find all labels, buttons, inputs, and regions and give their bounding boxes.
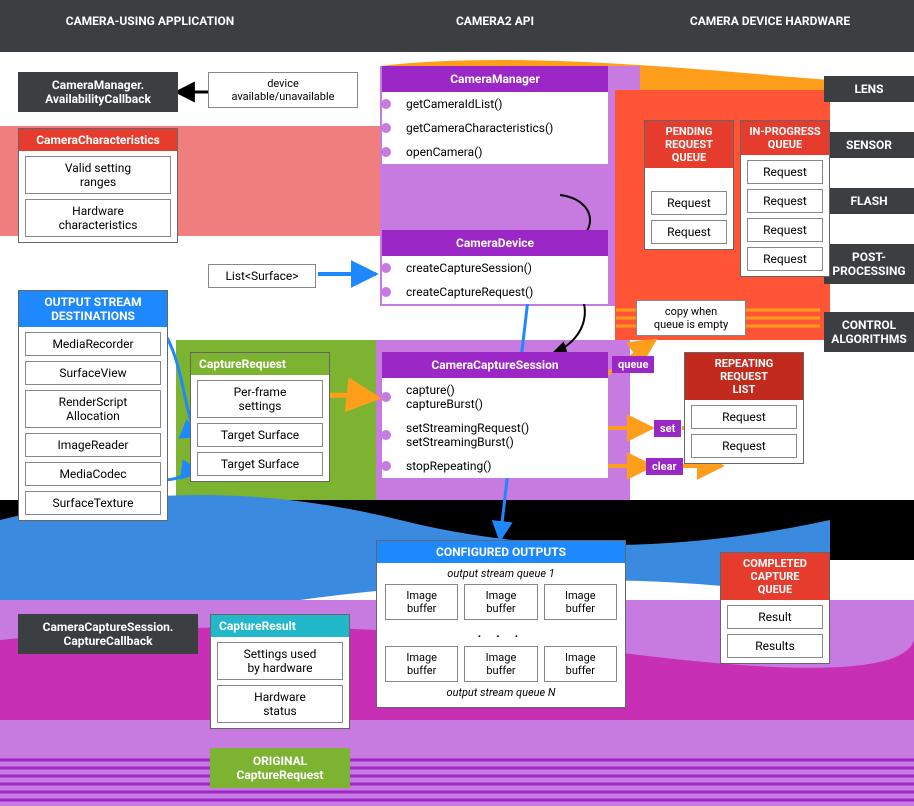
pending-item: Request	[651, 220, 727, 244]
api-method: stopRepeating()	[382, 454, 608, 478]
hw-ctrl: CONTROL ALGORITHMS	[824, 312, 914, 352]
pending-item: Request	[651, 191, 727, 215]
camera-manager-block: CameraManager getCameraIdList() getCamer…	[382, 66, 608, 164]
img-buf: Image buffer	[544, 584, 617, 620]
col-header-mid: CAMERA2 API	[380, 14, 610, 28]
capture-request-panel: CaptureRequest Per-frame settings Target…	[190, 352, 330, 482]
camera-device-title: CameraDevice	[382, 230, 608, 256]
capres-item: Hardware status	[217, 685, 343, 723]
hw-flash: FLASH	[824, 188, 914, 214]
camera-device-block: CameraDevice createCaptureSession() crea…	[382, 230, 608, 304]
completed-queue-panel: COMPLETED CAPTURE QUEUE Result Results	[720, 552, 830, 664]
tag-queue: queue	[612, 356, 654, 373]
output-stream-title: OUTPUT STREAM DESTINATIONS	[19, 291, 167, 327]
out-qn: output stream queue N	[377, 682, 625, 707]
api-method: openCamera()	[382, 140, 608, 164]
api-method: createCaptureRequest()	[382, 280, 608, 304]
api-method: getCameraIdList()	[382, 92, 608, 116]
api-method: createCaptureSession()	[382, 256, 608, 280]
col-header-right: CAMERA DEVICE HARDWARE	[650, 14, 890, 28]
list-surface-note: List<Surface>	[208, 264, 316, 288]
img-buf: Image buffer	[464, 584, 537, 620]
hw-sensor: SENSOR	[824, 132, 914, 158]
capres-item: Settings used by hardware	[217, 642, 343, 680]
repeating-list-title: REPEATING REQUEST LIST	[685, 353, 803, 400]
cam-char-item: Valid setting ranges	[25, 156, 171, 194]
capreq-item: Target Surface	[197, 423, 323, 447]
hw-lens: LENS	[824, 76, 914, 102]
repeat-item: Request	[691, 434, 797, 458]
repeating-list-panel: REPEATING REQUEST LIST Request Request	[684, 352, 804, 464]
copy-note: copy when queue is empty	[636, 300, 746, 336]
camera-manager-title: CameraManager	[382, 66, 608, 92]
camera-capture-session-block: CameraCaptureSession capture() captureBu…	[382, 352, 608, 478]
api-method: setStreamingRequest() setStreamingBurst(…	[382, 416, 608, 454]
out-item: ImageReader	[25, 433, 161, 457]
img-buf: Image buffer	[464, 646, 537, 682]
comp-item: Result	[727, 605, 823, 629]
inprog-item: Request	[747, 189, 823, 213]
tag-set: set	[654, 420, 681, 437]
api-method: getCameraCharacteristics()	[382, 116, 608, 140]
configured-outputs-title: CONFIGURED OUTPUTS	[377, 541, 625, 563]
original-capture-request: ORIGINAL CaptureRequest	[210, 748, 350, 788]
inprog-item: Request	[747, 218, 823, 242]
capture-request-title: CaptureRequest	[191, 353, 329, 375]
hw-post: POST- PROCESSING	[824, 244, 914, 284]
col-header-left: CAMERA-USING APPLICATION	[20, 14, 280, 28]
out-item: RenderScript Allocation	[25, 390, 161, 428]
device-available-note: device available/unavailable	[208, 72, 358, 108]
pending-queue-panel: PENDING REQUEST QUEUE Request Request	[644, 120, 734, 250]
ccs-title: CameraCaptureSession	[382, 352, 608, 378]
img-buf: Image buffer	[385, 584, 458, 620]
pending-queue-title: PENDING REQUEST QUEUE	[645, 121, 733, 168]
inprog-item: Request	[747, 160, 823, 184]
out-item: SurfaceTexture	[25, 491, 161, 515]
cam-char-item: Hardware characteristics	[25, 199, 171, 237]
img-buf: Image buffer	[385, 646, 458, 682]
api-method: capture() captureBurst()	[382, 378, 608, 416]
comp-item: Results	[727, 634, 823, 658]
ellipsis: . . .	[377, 620, 625, 646]
capreq-item: Target Surface	[197, 452, 323, 476]
camera-characteristics-title: CameraCharacteristics	[19, 129, 177, 151]
capture-callback: CameraCaptureSession. CaptureCallback	[18, 614, 198, 654]
camera-characteristics-panel: CameraCharacteristics Valid setting rang…	[18, 128, 178, 243]
inprogress-queue-panel: IN-PROGRESS QUEUE Request Request Reques…	[740, 120, 830, 277]
repeat-item: Request	[691, 405, 797, 429]
completed-queue-title: COMPLETED CAPTURE QUEUE	[721, 553, 829, 600]
out-item: MediaCodec	[25, 462, 161, 486]
output-stream-panel: OUTPUT STREAM DESTINATIONS MediaRecorder…	[18, 290, 168, 521]
inprog-item: Request	[747, 247, 823, 271]
availability-callback: CameraManager. AvailabilityCallback	[18, 72, 178, 112]
out-q1: output stream queue 1	[377, 563, 625, 584]
capreq-item: Per-frame settings	[197, 380, 323, 418]
inprogress-queue-title: IN-PROGRESS QUEUE	[741, 121, 829, 155]
out-item: SurfaceView	[25, 361, 161, 385]
capture-result-title: CaptureResult	[211, 615, 349, 637]
out-item: MediaRecorder	[25, 332, 161, 356]
configured-outputs-panel: CONFIGURED OUTPUTS output stream queue 1…	[376, 540, 626, 708]
capture-result-panel: CaptureResult Settings used by hardware …	[210, 614, 350, 729]
tag-clear: clear	[646, 458, 683, 475]
img-buf: Image buffer	[544, 646, 617, 682]
